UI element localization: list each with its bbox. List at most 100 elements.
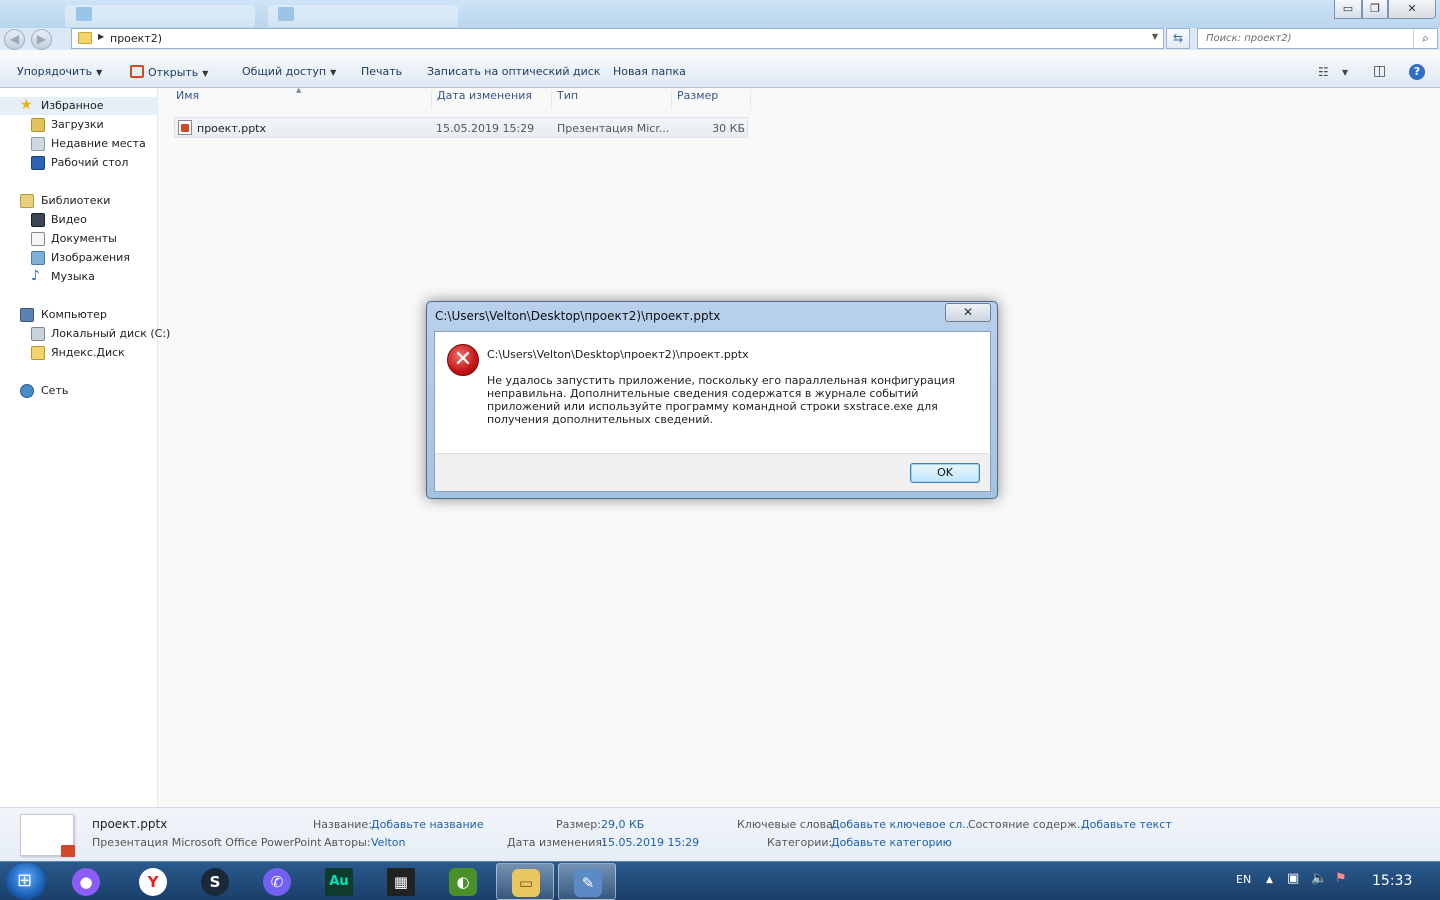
sidebar-item-recent-places[interactable]: Недавние места: [0, 135, 158, 153]
language-indicator[interactable]: EN: [1236, 873, 1251, 886]
sidebar-item-network[interactable]: Сеть: [0, 382, 158, 400]
chevron-down-icon[interactable]: ▼: [1342, 68, 1348, 77]
sidebar-item-label: Видео: [51, 213, 87, 226]
minimize-button[interactable]: ▭: [1334, 0, 1362, 19]
details-filetype: Презентация Microsoft Office PowerPoint: [92, 836, 322, 849]
network-tray-icon[interactable]: ▣: [1287, 871, 1299, 886]
details-title-value[interactable]: Добавьте название: [371, 818, 484, 831]
open-button[interactable]: Открыть ▼: [130, 65, 208, 79]
arrow-left-icon: ◀: [9, 32, 20, 46]
ie-icon: [76, 7, 92, 21]
details-authors-key: Авторы:: [324, 836, 371, 849]
details-modified-value[interactable]: 15.05.2019 15:29: [601, 836, 699, 849]
dialog-close-button[interactable]: ✕: [945, 303, 991, 322]
taskbar-app-alice[interactable]: ●: [57, 863, 115, 900]
column-header-name[interactable]: Имя: [176, 89, 199, 111]
view-options-icon[interactable]: ☷: [1318, 65, 1329, 79]
breadcrumb-current-folder[interactable]: проект2): [110, 32, 162, 45]
column-divider[interactable]: [671, 90, 672, 110]
powerpoint-icon: [130, 65, 144, 78]
new-folder-label: Новая папка: [613, 65, 686, 78]
powerpoint-file-icon: [178, 120, 192, 135]
game-icon: ◐: [449, 868, 477, 896]
details-status-value[interactable]: Добавьте текст: [1081, 818, 1172, 831]
column-divider[interactable]: [431, 90, 432, 110]
sidebar-item-label: Избранное: [41, 99, 104, 112]
print-label: Печать: [361, 65, 403, 78]
back-button[interactable]: ◀: [4, 29, 25, 50]
new-folder-button[interactable]: Новая папка: [613, 65, 686, 78]
sidebar-item-libraries[interactable]: Библиотеки: [0, 192, 158, 210]
search-input[interactable]: [1198, 29, 1412, 48]
sidebar-item-documents[interactable]: Документы: [0, 230, 158, 248]
column-header-size[interactable]: Размер: [677, 89, 718, 111]
error-icon: ✕: [447, 344, 479, 376]
column-header-label: Имя: [176, 89, 200, 102]
sidebar-item-videos[interactable]: Видео: [0, 211, 158, 229]
table-row[interactable]: проект.pptx 15.05.2019 15:29 Презентация…: [174, 117, 748, 138]
close-button[interactable]: ✕: [1388, 0, 1436, 19]
sidebar-item-favorites[interactable]: ★ Избранное: [0, 97, 158, 115]
column-divider[interactable]: [551, 90, 552, 110]
breadcrumb-arrow-icon[interactable]: ▶: [98, 32, 104, 41]
taskbar-app-yandex-browser[interactable]: Y: [124, 863, 182, 900]
details-keywords-value[interactable]: Добавьте ключевое сл...: [831, 818, 973, 831]
taskbar-app-steam[interactable]: S: [186, 863, 244, 900]
chevron-down-icon[interactable]: ▼: [1152, 32, 1158, 41]
sidebar-item-yandex-disk[interactable]: Яндекс.Диск: [0, 344, 158, 362]
search-box[interactable]: ⌕: [1197, 28, 1438, 49]
organize-button[interactable]: Упорядочить ▼: [17, 65, 102, 78]
window-titlebar: ▭ ❐ ✕: [0, 0, 1440, 28]
share-button[interactable]: Общий доступ ▼: [242, 65, 336, 78]
start-button[interactable]: [6, 863, 46, 900]
address-bar[interactable]: ▶ проект2) ▼: [71, 28, 1164, 49]
forward-button[interactable]: ▶: [31, 29, 52, 50]
chevron-down-icon: ▼: [202, 69, 209, 78]
taskbar-app-game[interactable]: ◐: [434, 863, 492, 900]
details-category-key: Категории:: [767, 836, 833, 849]
taskbar-app-paint[interactable]: ✎: [558, 863, 616, 900]
details-authors-value[interactable]: Velton: [371, 836, 406, 849]
sidebar-item-label: Рабочий стол: [51, 156, 129, 169]
taskbar-app-viber[interactable]: ✆: [248, 863, 306, 900]
preview-pane-icon[interactable]: ◫: [1373, 63, 1386, 79]
maximize-button[interactable]: ❐: [1362, 0, 1388, 19]
taskbar-app-explorer[interactable]: ▭: [496, 863, 554, 900]
burn-button[interactable]: Записать на оптический диск: [427, 65, 600, 78]
computer-icon: [20, 308, 34, 322]
volume-icon[interactable]: 🔈: [1311, 871, 1327, 886]
sidebar-item-label: Документы: [51, 232, 117, 245]
sidebar-item-desktop[interactable]: Рабочий стол: [0, 154, 158, 172]
details-pane: проект.pptx Презентация Microsoft Office…: [0, 807, 1440, 861]
folder-icon: ▭: [512, 869, 540, 897]
column-header-modified[interactable]: Дата изменения: [437, 89, 532, 111]
background-window-tab[interactable]: [268, 5, 458, 27]
column-header-type[interactable]: Тип: [557, 89, 578, 111]
taskbar-app-video-editor[interactable]: ▦: [372, 863, 430, 900]
refresh-button[interactable]: ⇆: [1166, 28, 1190, 49]
error-dialog: C:\Users\Velton\Desktop\проект2)\проект.…: [426, 301, 998, 499]
search-icon[interactable]: ⌕: [1413, 29, 1437, 48]
help-icon[interactable]: ?: [1409, 64, 1425, 80]
file-type: Презентация Micr...: [557, 122, 670, 135]
print-button[interactable]: Печать: [361, 65, 402, 78]
film-icon: ▦: [387, 868, 415, 896]
clock[interactable]: 15:33: [1372, 873, 1412, 889]
sidebar-item-music[interactable]: ♪ Музыка: [0, 268, 158, 286]
column-divider[interactable]: [750, 90, 751, 110]
sidebar-item-label: Яндекс.Диск: [51, 346, 125, 359]
action-center-icon[interactable]: ⚑: [1335, 871, 1347, 886]
navigation-pane: ★ Избранное Загрузки Недавние места Рабо…: [0, 88, 170, 807]
sidebar-item-downloads[interactable]: Загрузки: [0, 116, 158, 134]
desktop-icon: [31, 156, 45, 170]
details-size-key: Размер:: [556, 818, 601, 831]
details-category-value[interactable]: Добавьте категорию: [831, 836, 952, 849]
sidebar-item-local-disk[interactable]: Локальный диск (C:): [0, 325, 170, 343]
sidebar-item-computer[interactable]: Компьютер: [0, 306, 158, 324]
ok-button[interactable]: OK: [910, 463, 980, 483]
taskbar-app-audition[interactable]: Au: [310, 863, 368, 900]
chevron-up-icon[interactable]: ▲: [1266, 875, 1273, 885]
sidebar-item-pictures[interactable]: Изображения: [0, 249, 158, 267]
file-size: 30 КБ: [712, 122, 745, 135]
background-window-tab[interactable]: [65, 5, 255, 27]
